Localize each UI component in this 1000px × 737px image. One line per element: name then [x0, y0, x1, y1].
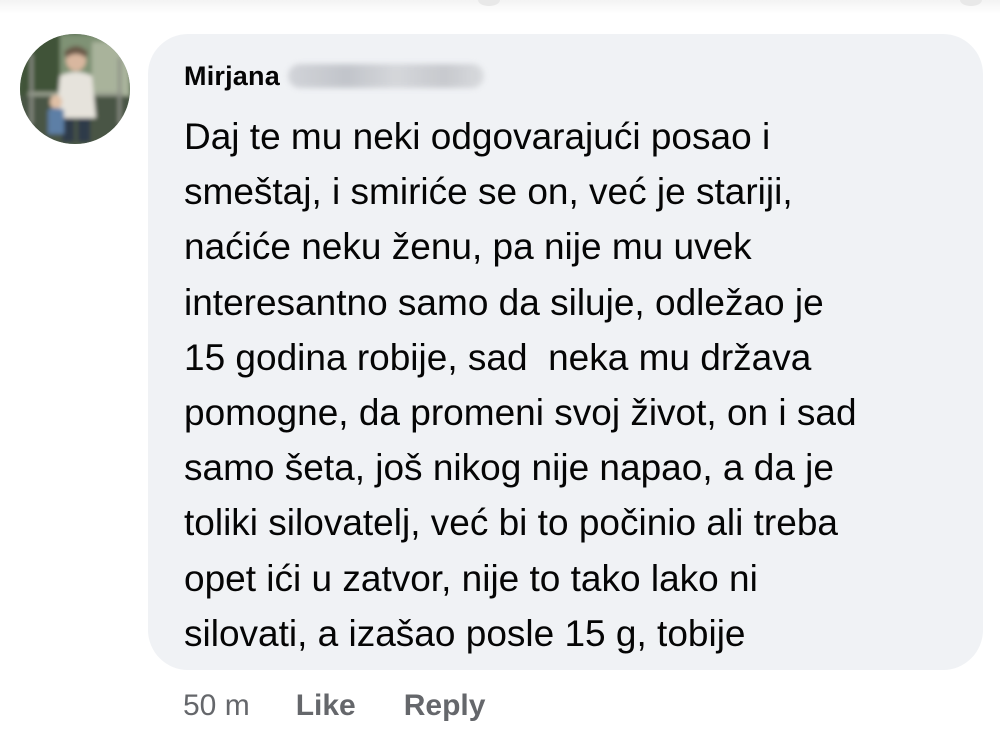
avatar[interactable] — [20, 34, 130, 144]
previous-content-edge — [0, 0, 1000, 14]
comment-text-line: opet ići u zatvor, nije to tako lako ni — [184, 557, 758, 599]
comment-text-line: 15 godina robije, sad neka mu država — [184, 336, 812, 378]
previous-content-fragment — [478, 0, 500, 6]
redacted-surname — [287, 64, 484, 88]
comment-text-line: samo šeta, još nikog nije napao, a da je — [184, 447, 834, 489]
reply-button[interactable]: Reply — [404, 689, 486, 723]
like-button[interactable]: Like — [296, 689, 356, 723]
comment-text: Daj te mu neki odgovarajući posao i smešt… — [184, 109, 964, 661]
comment-text-line: toliki silovatelj, već bi to počinio ali… — [184, 502, 838, 544]
profile-photo-icon — [20, 34, 130, 144]
comment-text-line: silovati, a izašao posle 15 g, tobije — [184, 612, 746, 654]
comment-author: Mirjana — [184, 56, 484, 96]
timestamp[interactable]: 50 m — [183, 689, 250, 723]
comment-actions: 50 m Like Reply — [183, 684, 485, 728]
comment-text-line: smeštaj, i smiriće se on, već je stariji… — [184, 171, 793, 213]
author-name[interactable]: Mirjana — [184, 61, 280, 92]
comment-text-line: naćiće neku ženu, pa nije mu uvek — [184, 226, 752, 268]
comment-text-line: pomogne, da promeni svoj život, on i sad — [184, 392, 857, 434]
comment-text-line: Daj te mu neki odgovarajući posao i — [184, 116, 771, 157]
comment-text-line: interesantno samo da siluje, odležao je — [184, 281, 824, 323]
previous-content-fragment — [960, 0, 982, 6]
